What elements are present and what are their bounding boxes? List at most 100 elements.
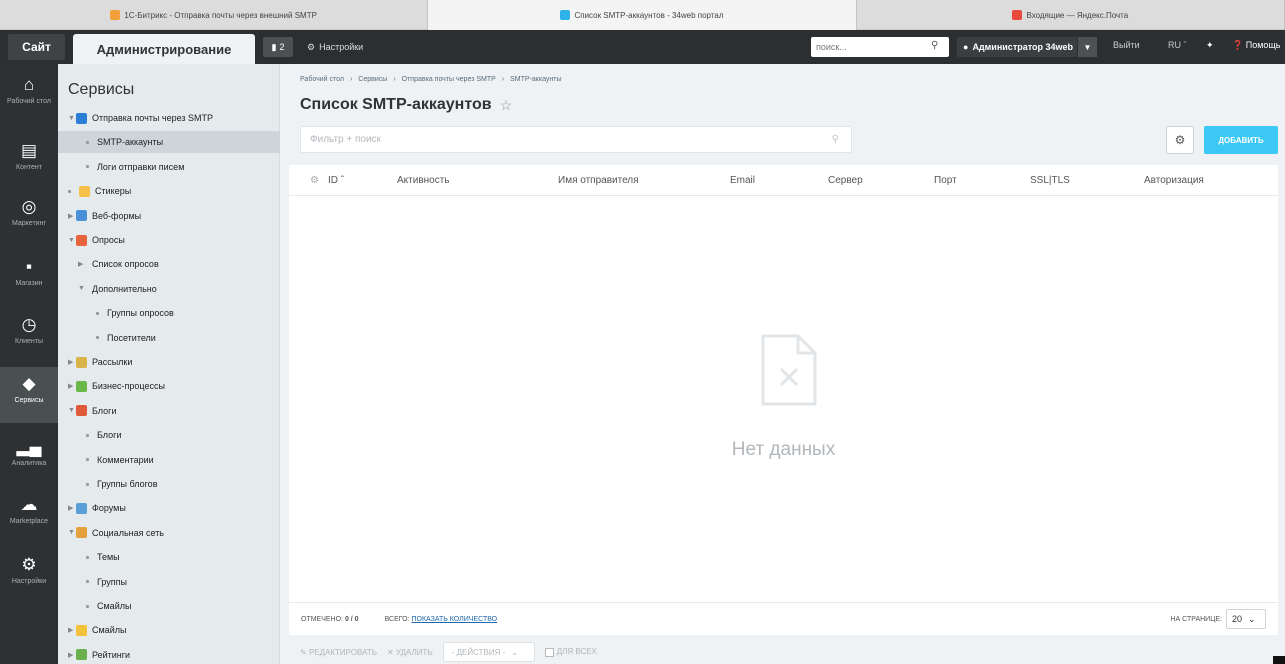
help-link[interactable]: ❓ Помощь: [1232, 40, 1281, 51]
menu-item[interactable]: ▶ Смайлы: [58, 619, 280, 641]
menu-item[interactable]: Посетители: [58, 327, 280, 349]
menu-item-label: Смайлы: [92, 625, 127, 636]
top-search-input[interactable]: поиск...: [811, 37, 949, 57]
browser-tab-yandex-mail[interactable]: Входящие — Яндекс.Почта: [857, 0, 1285, 30]
menu-item[interactable]: SMTP-аккаунты: [58, 131, 280, 154]
empty-state-text: Нет данных: [731, 439, 836, 460]
column-header-email[interactable]: Email: [730, 175, 755, 186]
menu-item[interactable]: ▶ Веб-формы: [58, 205, 280, 227]
total-counter: ВСЕГО: ПОКАЗАТЬ КОЛИЧЕСТВО: [385, 616, 498, 623]
rail-item-settings[interactable]: ⚙ Настройки: [0, 548, 58, 598]
rail-item-clients[interactable]: ◷ Клиенты: [0, 308, 58, 358]
bullet-icon: [86, 433, 89, 437]
menu-title: Сервисы: [68, 81, 135, 98]
actions-select[interactable]: - ДЕЙСТВИЯ - ⌄: [442, 642, 535, 662]
browser-tab-bitrix[interactable]: 1С-Битрикс - Отправка почты через внешни…: [0, 0, 429, 30]
user-menu-button[interactable]: ● Администратор 34web ▼: [957, 37, 1097, 57]
menu-item[interactable]: ▶ Форумы: [58, 497, 280, 519]
notification-icon: ▮: [271, 41, 277, 52]
add-button[interactable]: ДОБАВИТЬ: [1204, 126, 1278, 154]
target-icon: ◎: [21, 197, 37, 216]
chevron-right-icon[interactable]: ▶: [68, 626, 76, 634]
for-all-checkbox-wrap[interactable]: ДЛЯ ВСЕХ: [544, 647, 597, 657]
column-header-authorization[interactable]: Авторизация: [1144, 175, 1204, 186]
column-header-server[interactable]: Сервер: [828, 175, 863, 186]
show-count-link[interactable]: ПОКАЗАТЬ КОЛИЧЕСТВО: [411, 616, 497, 623]
language-label: RU: [1168, 40, 1181, 50]
rail-item-shop[interactable]: ▪ Магазин: [0, 250, 58, 300]
menu-item[interactable]: ▼ Опросы: [58, 229, 280, 251]
menu-item[interactable]: ▶ Список опросов: [58, 253, 280, 275]
menu-item[interactable]: Группы опросов: [58, 302, 280, 324]
menu-item[interactable]: ▶ Рассылки: [58, 351, 280, 373]
admin-button[interactable]: Администрирование: [73, 34, 255, 64]
help-icon: ❓: [1232, 40, 1244, 50]
menu-item[interactable]: Логи отправки писем: [58, 156, 280, 178]
chevron-right-icon[interactable]: ▶: [78, 260, 92, 268]
edit-action[interactable]: ✎ РЕДАКТИРОВАТЬ: [300, 648, 377, 657]
menu-item[interactable]: Блоги: [58, 424, 280, 446]
chevron-down-icon[interactable]: ▼: [68, 115, 76, 122]
column-header-sender-name[interactable]: Имя отправителя: [558, 175, 639, 186]
breadcrumb-item[interactable]: SMTP-аккаунты: [510, 76, 561, 83]
browser-tab-title: 1С-Битрикс - Отправка почты через внешни…: [124, 10, 317, 20]
column-header-active[interactable]: Активность: [397, 175, 450, 186]
menu-item-label: Блоги: [92, 405, 117, 416]
language-switcher[interactable]: RU ˇ: [1168, 40, 1187, 50]
menu-item[interactable]: Стикеры: [58, 180, 280, 202]
chevron-right-icon[interactable]: ▶: [68, 212, 76, 220]
menu-item[interactable]: ▼ Социальная сеть: [58, 522, 280, 544]
document-icon: ▤: [20, 141, 38, 160]
delete-action[interactable]: ✕ УДАЛИТЬ: [387, 648, 433, 657]
column-header-ssl-tls[interactable]: SSL|TLS: [1030, 175, 1070, 186]
column-settings-icon[interactable]: ⚙: [310, 175, 319, 186]
breadcrumb-item[interactable]: Рабочий стол: [300, 76, 344, 83]
per-page-select[interactable]: 20 ⌄: [1226, 609, 1266, 629]
pin-icon[interactable]: ✦: [1206, 40, 1214, 51]
notification-count: 2: [279, 42, 285, 52]
menu-item[interactable]: ▼ Отправка почты через SMTP: [58, 107, 280, 129]
browser-tab-smtp-list[interactable]: Список SMTP-аккаунтов - 34web портал: [428, 0, 857, 30]
breadcrumb-item[interactable]: Сервисы: [358, 76, 387, 83]
chevron-down-icon[interactable]: ▼: [78, 285, 92, 292]
bullet-icon: [86, 604, 89, 608]
rail-item-content[interactable]: ▤ Контент: [0, 134, 58, 184]
rail-item-analytics[interactable]: ▂▄ Аналитика: [0, 430, 58, 480]
menu-item[interactable]: Группы блогов: [58, 473, 280, 495]
notifications-button[interactable]: ▮ 2: [263, 37, 293, 57]
search-icon[interactable]: ⚲: [832, 134, 839, 145]
filter-search-input[interactable]: Фильтр + поиск ⚲: [300, 126, 852, 153]
site-button[interactable]: Сайт: [8, 34, 65, 60]
breadcrumb-item[interactable]: Отправка почты через SMTP: [402, 76, 496, 83]
menu-item-label: Список опросов: [92, 259, 159, 270]
logout-link[interactable]: Выйти: [1113, 40, 1140, 50]
menu-item[interactable]: ▶ Бизнес-процессы: [58, 375, 280, 397]
search-icon[interactable]: ⚲: [931, 40, 945, 54]
menu-item[interactable]: Смайлы: [58, 595, 280, 617]
menu-item[interactable]: Темы: [58, 546, 280, 568]
star-icon[interactable]: ☆: [500, 97, 513, 114]
menu-item[interactable]: ▶ Рейтинги: [58, 644, 280, 664]
rail-item-desktop[interactable]: ⌂ Рабочий стол: [0, 68, 58, 118]
chevron-right-icon[interactable]: ▶: [68, 382, 76, 390]
chevron-right-icon[interactable]: ▶: [68, 358, 76, 366]
grid-settings-button[interactable]: ⚙: [1166, 126, 1194, 154]
menu-item[interactable]: Группы: [58, 571, 280, 593]
chevron-right-icon[interactable]: ▶: [68, 504, 76, 512]
column-header-port[interactable]: Порт: [934, 175, 957, 186]
bullet-icon: [96, 311, 99, 315]
rail-item-marketing[interactable]: ◎ Маркетинг: [0, 190, 58, 240]
menu-item[interactable]: Комментарии: [58, 449, 280, 471]
chevron-down-icon[interactable]: ▼: [68, 237, 76, 244]
chevron-down-icon[interactable]: ▼: [1077, 37, 1097, 57]
menu-item[interactable]: ▼ Дополнительно: [58, 278, 280, 300]
column-header-id[interactable]: ID ˆ: [328, 175, 344, 186]
settings-link[interactable]: ⚙ Настройки: [307, 42, 363, 53]
chevron-down-icon[interactable]: ▼: [68, 529, 76, 536]
for-all-checkbox[interactable]: [544, 647, 554, 657]
rail-item-services[interactable]: ◆ Сервисы: [0, 367, 58, 423]
menu-item[interactable]: ▼ Блоги: [58, 400, 280, 422]
rail-item-marketplace[interactable]: ☁ Marketplace: [0, 488, 58, 538]
chevron-right-icon[interactable]: ▶: [68, 651, 76, 659]
chevron-down-icon[interactable]: ▼: [68, 407, 76, 414]
